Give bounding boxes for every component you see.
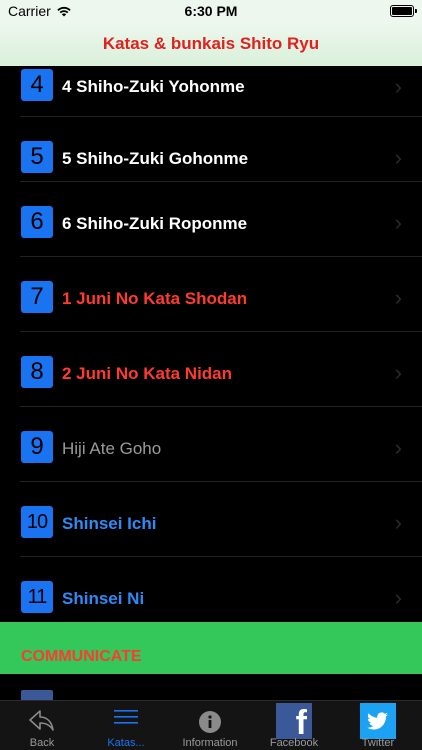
list-item[interactable]: 11 Shinsei Ni › [0, 557, 422, 622]
tab-information[interactable]: Information [168, 701, 252, 750]
list-item-label: Hiji Ate Goho [62, 439, 162, 458]
list-item-label: 1 Juni No Kata Shodan [62, 289, 248, 308]
facebook-icon: f [276, 703, 312, 742]
section-title: COMMUNICATE [21, 648, 142, 665]
list-item[interactable]: 5 5 Shiho-Zuki Gohonme › [0, 117, 422, 182]
number-badge: 5 [21, 141, 53, 173]
list-item[interactable]: 6 6 Shiho-Zuki Roponme › [0, 182, 422, 257]
list-item-label: Shinsei Ni [62, 589, 145, 608]
navigation-bar: Katas & bunkais Shito Ryu [0, 22, 422, 66]
twitter-icon [360, 703, 396, 739]
chevron-right-icon: › [394, 585, 402, 610]
chevron-right-icon: › [394, 145, 402, 170]
tab-bar: Back Katas... Information f Facebook Twi… [0, 700, 422, 750]
tab-back[interactable]: Back [0, 701, 84, 750]
tab-label: Back [29, 737, 55, 749]
list-item-label: 4 Shiho-Zuki Yohonme [62, 77, 245, 96]
list-item[interactable] [0, 674, 422, 702]
page-title: Katas & bunkais Shito Ryu [102, 34, 320, 53]
tab-label: Twitter [361, 737, 395, 749]
tab-label: Facebook [269, 737, 319, 749]
list-item[interactable]: 7 1 Juni No Kata Shodan › [0, 257, 422, 332]
number-badge: 4 [21, 69, 53, 101]
list-item-label: 5 Shiho-Zuki Gohonme [62, 149, 249, 168]
chevron-right-icon: › [394, 285, 402, 310]
tab-label: Katas... [107, 737, 145, 749]
chevron-right-icon: › [394, 74, 402, 99]
battery-icon [390, 5, 417, 17]
chevron-right-icon: › [394, 210, 402, 235]
info-icon [199, 711, 221, 733]
status-time: 6:30 PM [184, 3, 238, 19]
number-badge: 10 [21, 506, 53, 538]
chevron-right-icon: › [394, 360, 402, 385]
tab-twitter[interactable]: Twitter [336, 701, 420, 750]
list-item[interactable]: 8 2 Juni No Kata Nidan › [0, 332, 422, 407]
kata-list[interactable]: 4 4 Shiho-Zuki Yohonme › 5 5 Shiho-Zuki … [0, 66, 422, 622]
list-item[interactable]: 4 4 Shiho-Zuki Yohonme › [0, 66, 422, 117]
chevron-right-icon: › [394, 510, 402, 535]
chevron-right-icon: › [394, 435, 402, 460]
list-item-label: 2 Juni No Kata Nidan [62, 364, 233, 383]
tab-facebook[interactable]: f Facebook [252, 701, 336, 750]
status-bar: Carrier 6:30 PM [0, 0, 422, 22]
number-badge: 8 [21, 356, 53, 388]
number-badge: 11 [21, 581, 53, 613]
list-item[interactable]: 10 Shinsei Ichi › [0, 482, 422, 557]
back-icon [29, 710, 54, 731]
list-item[interactable]: 9 Hiji Ate Goho › [0, 407, 422, 482]
communicate-section-header: COMMUNICATE [0, 622, 422, 674]
number-badge: 9 [21, 431, 53, 463]
list-icon [114, 710, 138, 724]
number-badge: 6 [21, 206, 53, 238]
tab-katas[interactable]: Katas... [84, 701, 168, 750]
list-item-label: Shinsei Ichi [62, 514, 157, 533]
tab-label: Information [182, 737, 238, 749]
number-badge: 7 [21, 281, 53, 313]
list-item-label: 6 Shiho-Zuki Roponme [62, 214, 248, 233]
